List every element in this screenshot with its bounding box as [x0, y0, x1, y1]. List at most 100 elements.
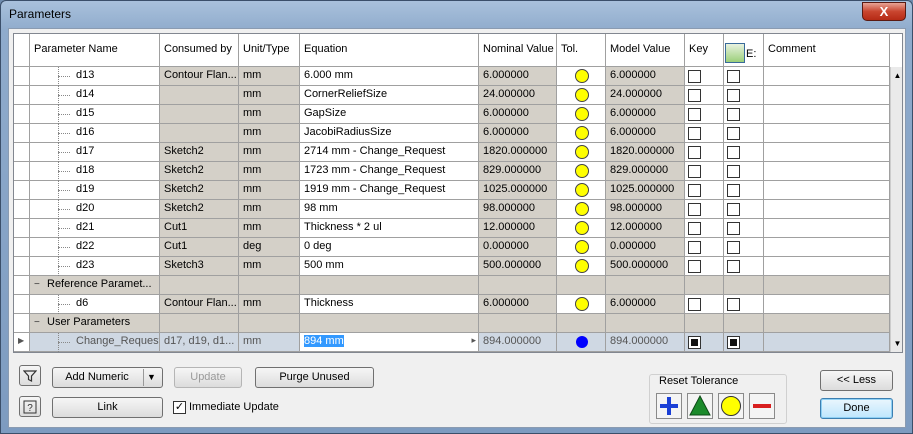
name-cell[interactable]: d17 [30, 143, 160, 161]
model-cell[interactable]: 6.000000 [606, 67, 685, 85]
export-cell[interactable] [724, 67, 764, 85]
less-button[interactable]: << Less [820, 370, 893, 391]
export-checkbox[interactable] [727, 241, 740, 254]
row-selector[interactable] [14, 257, 30, 275]
add-numeric-button[interactable]: Add Numeric ▼ [52, 367, 163, 388]
equation-cell[interactable]: 0 deg [300, 238, 479, 256]
key-checkbox[interactable] [688, 146, 701, 159]
key-cell[interactable] [685, 67, 724, 85]
comment-cell[interactable] [764, 333, 890, 351]
consumed-cell[interactable]: Cut1 [160, 238, 239, 256]
nominal-cell[interactable]: 6.000000 [479, 124, 557, 142]
tol-cell[interactable] [557, 333, 606, 351]
comment-cell[interactable] [764, 86, 890, 104]
nominal-cell[interactable]: 6.000000 [479, 105, 557, 123]
row-selector[interactable] [14, 67, 30, 85]
unit-cell[interactable]: mm [239, 67, 300, 85]
comment-cell[interactable] [764, 295, 890, 313]
consumed-cell[interactable]: d17, d19, d1... [160, 333, 239, 351]
key-cell[interactable] [685, 295, 724, 313]
update-button[interactable]: Update [174, 367, 242, 388]
equation-cell[interactable]: 98 mm [300, 200, 479, 218]
export-parameter-icon[interactable] [725, 43, 745, 63]
name-cell[interactable]: d15 [30, 105, 160, 123]
key-checkbox[interactable] [688, 184, 701, 197]
key-cell[interactable] [685, 238, 724, 256]
key-checkbox[interactable] [688, 260, 701, 273]
column-header[interactable]: Parameter Name [30, 34, 160, 67]
equation-cell[interactable]: 6.000 mm [300, 67, 479, 85]
equation-cell[interactable]: 1723 mm - Change_Request [300, 162, 479, 180]
key-checkbox[interactable] [688, 127, 701, 140]
key-cell[interactable] [685, 86, 724, 104]
consumed-cell[interactable]: Contour Flan... [160, 295, 239, 313]
vertical-scrollbar[interactable]: ▲ ▼ [890, 67, 902, 352]
table-row[interactable]: d21 Cut1 mm Thickness * 2 ul 12.000000 12.000… [14, 219, 890, 238]
column-header[interactable]: Consumed by [160, 34, 239, 67]
tol-cell[interactable] [557, 257, 606, 275]
table-row[interactable]: d19 Sketch2 mm 1919 mm - Change_Request 1025… [14, 181, 890, 200]
group-row[interactable]: − User Parameters [14, 314, 890, 333]
title-bar[interactable]: Parameters X [1, 1, 912, 27]
row-selector[interactable] [14, 238, 30, 256]
consumed-cell[interactable]: Cut1 [160, 219, 239, 237]
table-row[interactable]: d17 Sketch2 mm 2714 mm - Change_Request 1820… [14, 143, 890, 162]
equation-cell[interactable]: ▸ 894 mm [300, 333, 479, 351]
equation-cell[interactable]: CornerReliefSize [300, 86, 479, 104]
unit-cell[interactable]: mm [239, 333, 300, 351]
model-cell[interactable]: 829.000000 [606, 162, 685, 180]
comment-cell[interactable] [764, 105, 890, 123]
export-cell[interactable] [724, 124, 764, 142]
nominal-cell[interactable]: 24.000000 [479, 86, 557, 104]
equation-cell[interactable]: Thickness * 2 ul [300, 219, 479, 237]
filter-button[interactable] [19, 365, 41, 386]
tolerance-upper-button[interactable] [656, 393, 682, 419]
table-row[interactable]: d18 Sketch2 mm 1723 mm - Change_Request 829.… [14, 162, 890, 181]
consumed-cell[interactable]: Sketch2 [160, 162, 239, 180]
row-selector[interactable]: ▶ [14, 333, 30, 351]
model-cell[interactable]: 1820.000000 [606, 143, 685, 161]
export-cell[interactable] [724, 200, 764, 218]
name-cell[interactable]: d19 [30, 181, 160, 199]
consumed-cell[interactable] [160, 86, 239, 104]
row-selector[interactable] [14, 276, 30, 294]
export-cell[interactable] [724, 333, 764, 351]
equation-cell[interactable]: 500 mm [300, 257, 479, 275]
equation-cell[interactable]: 1919 mm - Change_Request [300, 181, 479, 199]
column-header[interactable]: Nominal Value [479, 34, 557, 67]
model-cell[interactable]: 6.000000 [606, 105, 685, 123]
export-checkbox[interactable] [727, 336, 740, 349]
key-cell[interactable] [685, 143, 724, 161]
row-selector[interactable] [14, 295, 30, 313]
equation-cell[interactable]: GapSize [300, 105, 479, 123]
key-checkbox[interactable] [688, 336, 701, 349]
comment-cell[interactable] [764, 200, 890, 218]
group-name-cell[interactable]: − User Parameters [30, 314, 160, 332]
model-cell[interactable]: 6.000000 [606, 295, 685, 313]
table-row[interactable]: d16 mm JacobiRadiusSize 6.000000 6.000000 [14, 124, 890, 143]
chevron-down-icon[interactable]: ▼ [147, 368, 156, 387]
tolerance-nominal-button[interactable] [718, 393, 744, 419]
link-button[interactable]: Link [52, 397, 163, 418]
model-cell[interactable]: 98.000000 [606, 200, 685, 218]
nominal-cell[interactable]: 894.000000 [479, 333, 557, 351]
tol-cell[interactable] [557, 295, 606, 313]
model-cell[interactable]: 12.000000 [606, 219, 685, 237]
nominal-cell[interactable]: 0.000000 [479, 238, 557, 256]
column-header[interactable]: Comment [764, 34, 890, 67]
tolerance-icon[interactable] [575, 336, 588, 348]
nominal-cell[interactable]: 98.000000 [479, 200, 557, 218]
model-cell[interactable]: 24.000000 [606, 86, 685, 104]
row-selector[interactable] [14, 181, 30, 199]
tolerance-icon[interactable] [574, 221, 589, 235]
table-row[interactable]: ▶ Change_Request d17, d19, d1... mm ▸ 894 mm 8… [14, 333, 890, 352]
consumed-cell[interactable]: Contour Flan... [160, 67, 239, 85]
tol-cell[interactable] [557, 105, 606, 123]
export-cell[interactable] [724, 105, 764, 123]
tol-cell[interactable] [557, 67, 606, 85]
model-cell[interactable]: 1025.000000 [606, 181, 685, 199]
nominal-cell[interactable]: 829.000000 [479, 162, 557, 180]
unit-cell[interactable]: mm [239, 257, 300, 275]
key-checkbox[interactable] [688, 298, 701, 311]
group-row[interactable]: − Reference Paramet... [14, 276, 890, 295]
